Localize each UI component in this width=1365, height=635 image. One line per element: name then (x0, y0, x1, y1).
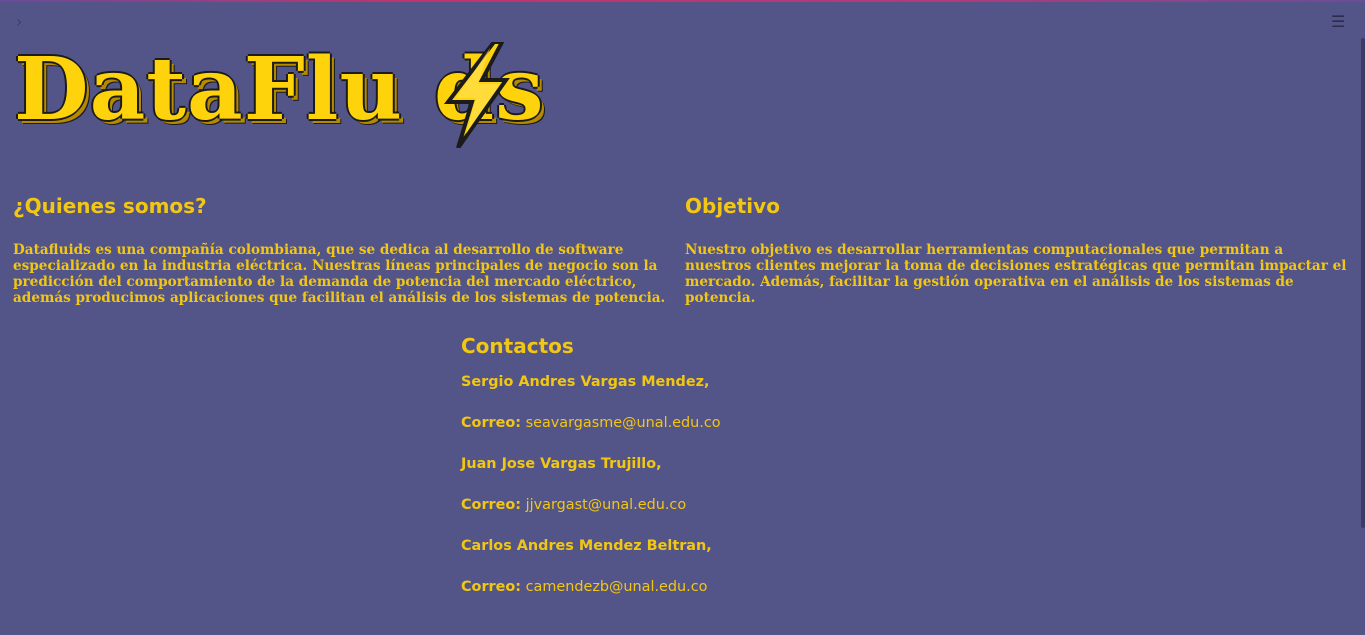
hamburger-menu-icon[interactable]: ☰ (1331, 13, 1347, 31)
objective-text: Nuestro objetivo es desarrollar herramie… (685, 242, 1347, 306)
contacts-title: Contactos (461, 334, 574, 358)
email-label: Correo: (461, 497, 522, 513)
contact-name: Sergio Andres Vargas Mendez, (461, 374, 710, 390)
contact-item: Carlos Andres Mendez Beltran, Correo: ca… (461, 536, 901, 597)
vertical-scrollbar[interactable] (1361, 38, 1365, 528)
chevron-right-icon[interactable]: › (16, 12, 30, 32)
email-link[interactable]: jjvargast@unal.edu.co (526, 497, 687, 513)
contacts-section: Contactos Sergio Andres Vargas Mendez, C… (461, 332, 901, 597)
contact-email-row: Correo: jjvargast@unal.edu.co (461, 495, 901, 515)
email-link[interactable]: seavargasme@unal.edu.co (526, 415, 721, 431)
contact-email-row: Correo: camendezb@unal.edu.co (461, 577, 901, 597)
about-section: ¿Quienes somos? Datafluids es una compañ… (13, 192, 675, 306)
contact-name: Juan Jose Vargas Trujillo, (461, 456, 662, 472)
top-decoration-bar (0, 0, 1365, 2)
email-label: Correo: (461, 415, 522, 431)
about-title: ¿Quienes somos? (13, 194, 207, 218)
lightning-bolt-icon (443, 42, 510, 148)
about-text: Datafluids es una compañía colombiana, q… (13, 242, 666, 306)
contact-item: Juan Jose Vargas Trujillo, Correo: jjvar… (461, 454, 901, 515)
datafluids-logo: DataFlu ds (14, 40, 614, 150)
objective-title: Objetivo (685, 194, 780, 218)
contact-item: Sergio Andres Vargas Mendez, Correo: sea… (461, 372, 901, 433)
contact-email-row: Correo: seavargasme@unal.edu.co (461, 413, 901, 433)
email-link[interactable]: camendezb@unal.edu.co (526, 579, 708, 595)
objective-section: Objetivo Nuestro objetivo es desarrollar… (685, 192, 1347, 306)
contact-name: Carlos Andres Mendez Beltran, (461, 538, 712, 554)
email-label: Correo: (461, 579, 522, 595)
